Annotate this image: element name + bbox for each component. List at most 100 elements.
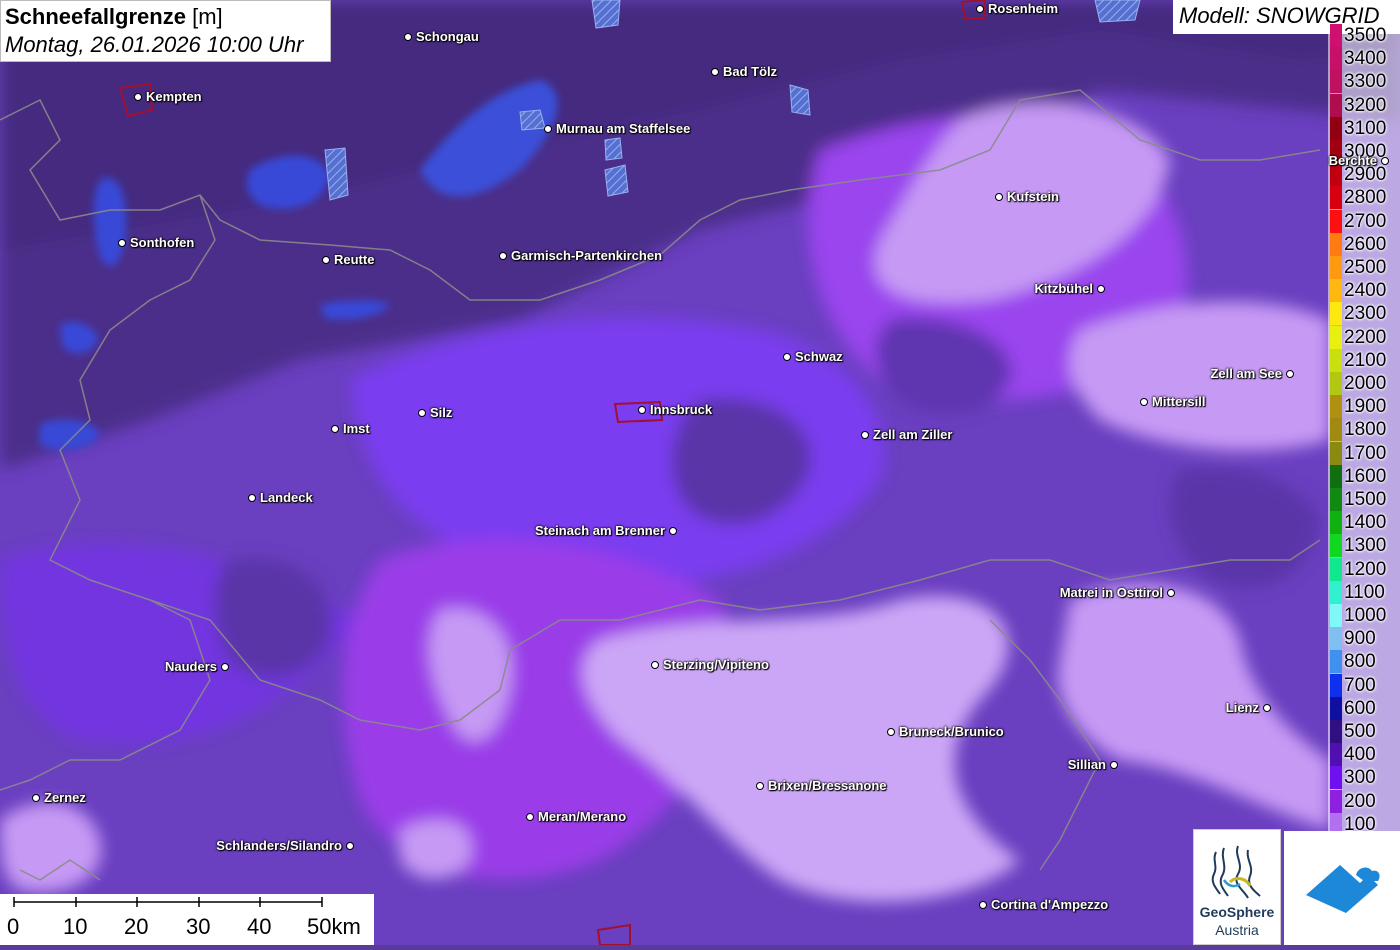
city-label: Bad Tölz <box>723 64 778 79</box>
legend-row-3100: 3100 <box>1328 116 1400 140</box>
city-label: Zell am See <box>1210 366 1282 381</box>
snowfall-line-map[interactable] <box>0 0 1400 945</box>
legend-label: 800 <box>1344 651 1376 673</box>
city-label: Imst <box>343 421 370 436</box>
city-dot <box>783 353 791 361</box>
weather-app-logo[interactable] <box>1284 831 1400 945</box>
legend-row-1600: 1600 <box>1328 464 1400 488</box>
legend-label: 2400 <box>1344 280 1387 302</box>
legend-row-1500: 1500 <box>1328 488 1400 511</box>
legend-swatch <box>1330 673 1342 697</box>
legend-label: 400 <box>1344 744 1376 766</box>
legend-label: 900 <box>1344 628 1376 650</box>
city-label: Sillian <box>1067 757 1106 772</box>
city-dot <box>1097 285 1105 293</box>
legend-swatch <box>1330 534 1342 558</box>
legend-swatch <box>1330 766 1342 790</box>
city-label: Silz <box>430 405 453 420</box>
city-label: Reutte <box>334 252 375 267</box>
geosphere-logo[interactable]: GeoSphere Austria <box>1193 829 1281 945</box>
scale-label-30: 30 <box>186 914 211 939</box>
legend-row-2800: 2800 <box>1328 186 1400 210</box>
legend-row-1800: 1800 <box>1328 418 1400 442</box>
legend-label: 1600 <box>1344 465 1387 487</box>
legend-label: 1100 <box>1344 581 1385 603</box>
legend-swatch <box>1330 24 1342 47</box>
city-label: Bruneck/Brunico <box>899 724 1004 739</box>
legend-swatch <box>1330 650 1342 674</box>
city-dot <box>976 5 984 13</box>
city-label: Cortina d'Ampezzo <box>991 897 1109 912</box>
city-dot <box>638 406 646 414</box>
legend-row-2700: 2700 <box>1328 209 1400 233</box>
scale-label-0: 0 <box>7 914 20 939</box>
legend-label: 2000 <box>1344 373 1387 394</box>
city-dot <box>404 33 412 41</box>
legend-row-1900: 1900 <box>1328 395 1400 419</box>
legend-swatch <box>1330 604 1342 627</box>
city-label: Berchte <box>1328 153 1377 168</box>
legend-swatch <box>1330 441 1342 465</box>
city-label: Schwaz <box>795 349 843 364</box>
city-label: Zernez <box>44 790 86 805</box>
legend-label: 3400 <box>1344 48 1387 70</box>
city-label: Innsbruck <box>650 402 713 417</box>
city-dot <box>1140 398 1148 406</box>
legend-row-2300: 2300 <box>1328 302 1400 326</box>
legend-swatch <box>1330 47 1342 71</box>
legend-label: 1900 <box>1344 396 1387 418</box>
city-label: Lienz <box>1225 700 1259 715</box>
city-label: Garmisch-Partenkirchen <box>511 248 663 263</box>
legend-label: 1800 <box>1344 419 1387 441</box>
legend-label: 700 <box>1344 674 1376 696</box>
legend-swatch <box>1330 720 1342 743</box>
legend-label: 2200 <box>1344 326 1387 348</box>
city-label: Steinach am Brenner <box>534 523 665 538</box>
weather-app-logo-icon <box>1306 865 1380 913</box>
legend-label: 200 <box>1344 790 1376 812</box>
legend-label: 600 <box>1344 697 1376 719</box>
legend-row-700: 700 <box>1328 673 1400 697</box>
city-label: Brixen/Bressanone <box>768 778 887 793</box>
legend-label: 300 <box>1344 767 1376 789</box>
map-title: Schneefallgrenze [m] <box>5 3 326 31</box>
city-label: Schongau <box>416 29 479 44</box>
city-dot <box>221 663 229 671</box>
legend-row-2600: 2600 <box>1328 232 1400 256</box>
city-dot <box>756 782 764 790</box>
city-dot <box>32 794 40 802</box>
city-dot <box>887 728 895 736</box>
legend-label: 1000 <box>1344 605 1387 626</box>
city-dot <box>1110 761 1118 769</box>
legend-row-3300: 3300 <box>1328 70 1400 94</box>
title-box: Schneefallgrenze [m] Montag, 26.01.2026 … <box>0 0 331 62</box>
legend-row-400: 400 <box>1328 743 1400 767</box>
city-label: Kufstein <box>1007 189 1059 204</box>
legend-swatch <box>1330 302 1342 326</box>
legend-label: 500 <box>1344 721 1376 742</box>
map-datetime: Montag, 26.01.2026 10:00 Uhr <box>5 32 304 57</box>
legend-swatch <box>1330 279 1342 303</box>
city-dot <box>526 813 534 821</box>
city-dot <box>651 661 659 669</box>
legend-swatch <box>1330 418 1342 442</box>
city-dot <box>118 239 126 247</box>
city-dot <box>418 409 426 417</box>
legend-row-300: 300 <box>1328 766 1400 790</box>
title-unit: [m] <box>192 4 223 29</box>
geosphere-logo-icon <box>1211 845 1261 899</box>
city-label: Meran/Merano <box>538 809 627 824</box>
city-dot <box>331 425 339 433</box>
scale-label-40: 40 <box>247 914 272 939</box>
city-dot <box>346 842 354 850</box>
city-dot <box>322 256 330 264</box>
city-label: Mittersill <box>1152 394 1206 409</box>
legend-swatch <box>1330 116 1342 140</box>
city-dot <box>1167 589 1175 597</box>
legend-row-2400: 2400 <box>1328 279 1400 303</box>
city-dot <box>711 68 719 76</box>
city-label: Rosenheim <box>988 1 1059 16</box>
legend-swatch <box>1330 256 1342 279</box>
legend-row-2500: 2500 <box>1328 256 1400 279</box>
legend-label: 3300 <box>1344 71 1387 93</box>
